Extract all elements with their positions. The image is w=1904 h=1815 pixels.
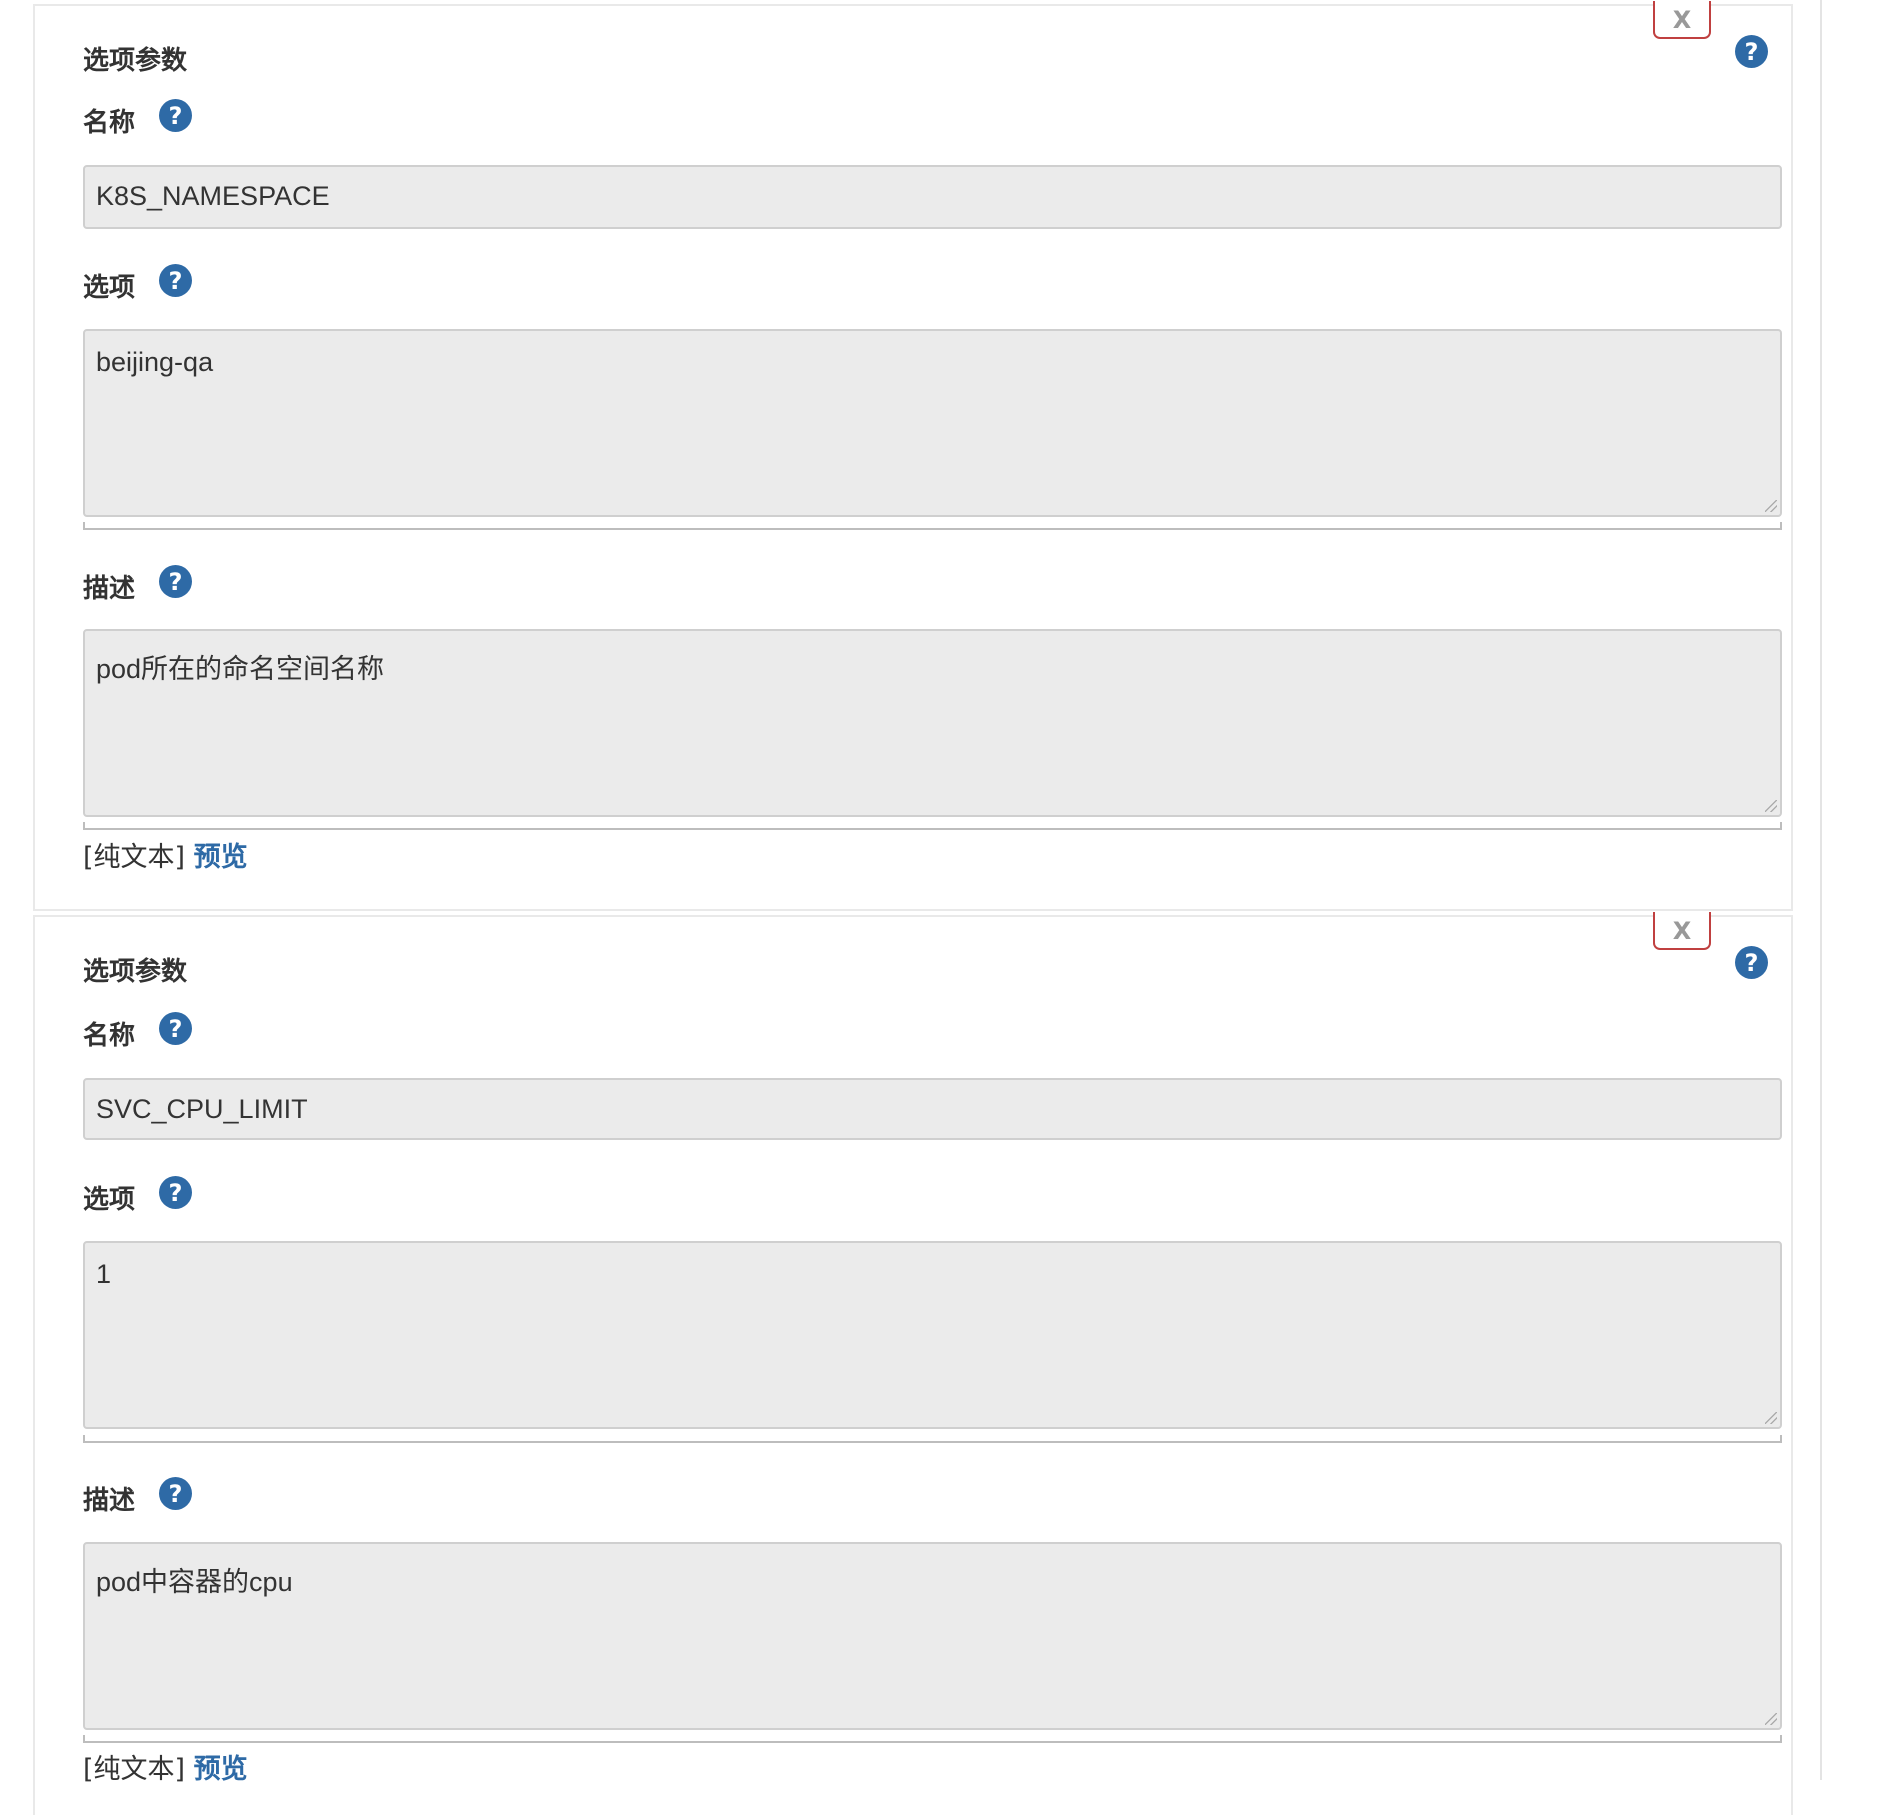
description-help-icon[interactable]: ? [159,565,192,598]
choice-parameter-panel-2: X ? 选项参数 名称 ? SVC_CPU_LIMIT 选项 ? 1 描述 ? … [33,912,1793,1815]
choices-help-icon[interactable]: ? [159,1176,192,1209]
name-label: 名称 [83,1021,136,1051]
choices-divider [83,1435,1782,1443]
preview-link[interactable]: 预览 [194,842,248,873]
choices-label: 选项 [83,273,136,303]
description-textarea[interactable]: pod中容器的cpu [83,1542,1782,1730]
description-divider [83,822,1782,830]
help-icon[interactable]: ? [1735,946,1768,979]
name-input[interactable]: K8S_NAMESPACE [83,165,1782,229]
description-divider [83,1735,1782,1743]
preview-link[interactable]: 预览 [194,1754,248,1785]
description-text: pod所在的命名空间名称 [96,654,385,684]
resize-grip-icon[interactable] [1765,1412,1777,1424]
description-label: 描述 [83,574,136,604]
choice-parameter-panel-1: X ? 选项参数 名称 ? K8S_NAMESPACE 选项 ? beijing… [33,1,1793,911]
help-icon[interactable]: ? [1735,35,1768,68]
choices-text: 1 [96,1259,112,1289]
markup-format-line: [纯文本] 预览 [83,1747,248,1786]
panel-title: 选项参数 [83,957,188,987]
resize-grip-icon[interactable] [1765,800,1777,812]
resize-grip-icon[interactable] [1765,500,1777,512]
choices-textarea[interactable]: 1 [83,1241,1782,1429]
format-text: [纯文本] [83,1754,186,1785]
description-text: pod中容器的cpu [96,1567,293,1597]
delete-parameter-button[interactable]: X [1653,912,1711,950]
resize-grip-icon[interactable] [1765,1713,1777,1725]
format-text: [纯文本] [83,842,186,873]
right-divider [1820,0,1822,1780]
choices-textarea[interactable]: beijing-qa [83,329,1782,517]
description-label: 描述 [83,1486,136,1516]
delete-parameter-button[interactable]: X [1653,1,1711,39]
panel-title: 选项参数 [83,46,188,76]
choices-help-icon[interactable]: ? [159,264,192,297]
name-input[interactable]: SVC_CPU_LIMIT [83,1078,1782,1140]
markup-format-line: [纯文本] 预览 [83,835,248,874]
description-help-icon[interactable]: ? [159,1477,192,1510]
choices-text: beijing-qa [96,347,214,377]
choices-label: 选项 [83,1185,136,1215]
name-help-icon[interactable]: ? [159,1012,192,1045]
name-help-icon[interactable]: ? [159,99,192,132]
name-label: 名称 [83,108,136,138]
description-textarea[interactable]: pod所在的命名空间名称 [83,629,1782,817]
choices-divider [83,522,1782,530]
